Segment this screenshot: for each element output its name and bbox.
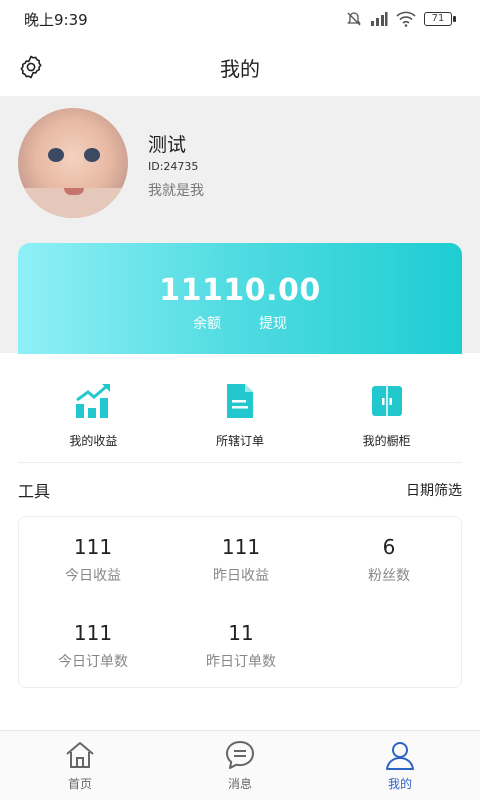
profile-name: 测试	[148, 134, 187, 156]
stat-yesterday-orders: 11 昨日订单数	[167, 621, 315, 671]
stat-value: 111	[73, 535, 113, 559]
menu-item-label: 所辖订单	[215, 434, 264, 448]
user-icon	[386, 742, 414, 770]
home-icon	[66, 742, 94, 768]
profile-id: ID:24735	[148, 160, 199, 173]
menu-item-label: 我的橱柜	[362, 434, 411, 448]
stat-label: 粉丝数	[368, 568, 410, 584]
battery-level: 71	[424, 12, 452, 26]
tab-home[interactable]: 首页	[0, 731, 160, 800]
divider	[18, 462, 462, 463]
mute-bell-icon	[347, 12, 361, 26]
quick-menu: 我的收益 所辖订单 我的橱柜	[0, 354, 480, 464]
profile-bio: 我就是我	[148, 183, 204, 199]
tab-label: 首页	[67, 777, 92, 791]
balance-link[interactable]: 余额	[193, 313, 221, 333]
status-time: 晚上9:39	[24, 10, 88, 29]
tab-label: 我的	[387, 777, 412, 791]
stat-value: 111	[73, 621, 113, 645]
stat-value: 11	[228, 621, 254, 645]
avatar[interactable]	[18, 108, 128, 218]
stats-card: 111 今日收益 111 昨日收益 6 粉丝数 111 今日订单数 11 昨日订…	[18, 516, 462, 688]
status-icons: 71	[346, 11, 456, 27]
stat-label: 昨日订单数	[206, 654, 276, 670]
tab-profile[interactable]: 我的	[320, 731, 480, 800]
stat-value: 6	[382, 535, 396, 559]
menu-item-orders[interactable]: 所辖订单	[180, 354, 300, 449]
gear-icon[interactable]	[18, 54, 44, 80]
balance-amount: 11110.00	[159, 273, 321, 308]
menu-item-earnings[interactable]: 我的收益	[33, 354, 153, 449]
signal-icon	[371, 12, 388, 26]
stat-label: 昨日收益	[213, 568, 269, 584]
message-icon	[226, 741, 254, 769]
date-filter-button[interactable]: 日期筛选	[406, 480, 462, 500]
battery-icon: 71	[424, 12, 456, 26]
page-header: 我的	[0, 38, 480, 96]
withdraw-link[interactable]: 提现	[259, 313, 287, 333]
stat-today-orders: 111 今日订单数	[19, 621, 167, 671]
stat-yesterday-earnings: 111 昨日收益	[167, 535, 315, 585]
wifi-icon	[396, 11, 416, 27]
balance-card: 11110.00 余额 提现	[18, 243, 462, 354]
stat-today-earnings: 111 今日收益	[19, 535, 167, 585]
stat-value: 111	[221, 535, 261, 559]
stat-label: 今日订单数	[58, 654, 128, 670]
tools-title: 工具	[18, 482, 51, 501]
tools-header: 工具 日期筛选	[18, 478, 462, 502]
document-icon	[226, 384, 253, 418]
status-bar: 晚上9:39 71	[0, 0, 480, 38]
bottom-tab-bar: 首页 消息 我的	[0, 730, 480, 800]
menu-item-label: 我的收益	[69, 434, 118, 448]
stat-label: 今日收益	[65, 568, 121, 584]
tab-label: 消息	[227, 777, 252, 791]
tab-messages[interactable]: 消息	[160, 731, 320, 800]
menu-item-cabinet[interactable]: 我的橱柜	[327, 354, 447, 449]
page-title: 我的	[220, 56, 260, 81]
stat-followers: 6 粉丝数	[315, 535, 463, 585]
chart-growth-icon	[76, 384, 111, 418]
cabinet-icon	[371, 386, 402, 416]
